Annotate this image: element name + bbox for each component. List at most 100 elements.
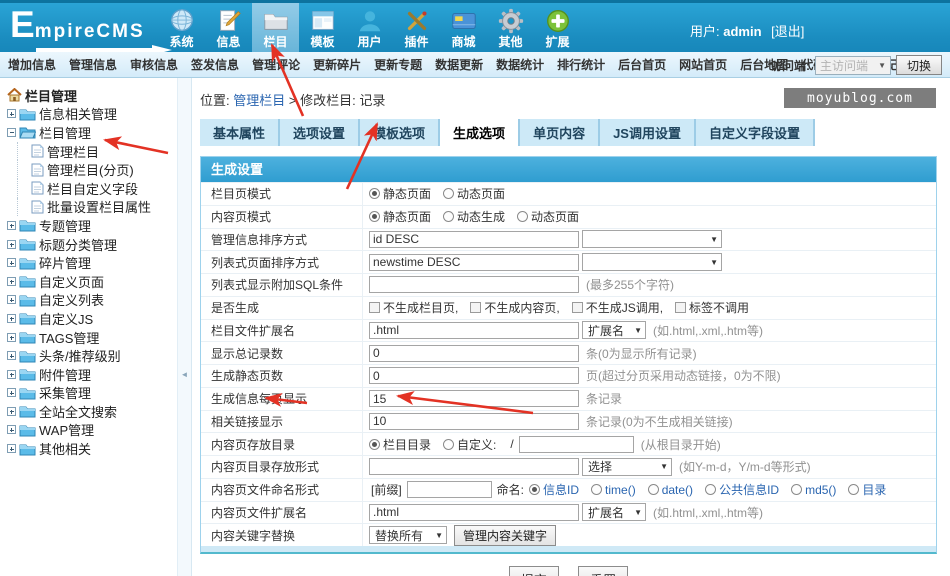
expand-plus-icon[interactable] — [7, 444, 16, 453]
menubar-link[interactable]: 后台首页 — [618, 56, 666, 73]
sidebar-item[interactable]: 碎片管理 — [7, 253, 177, 272]
tab-item[interactable]: 选项设置 — [280, 119, 360, 146]
radio-option[interactable]: 静态页面 — [369, 208, 440, 225]
menubar-link[interactable]: 更新专题 — [374, 56, 422, 73]
text-input[interactable] — [369, 345, 579, 362]
sidebar-item[interactable]: 自定义列表 — [7, 291, 177, 310]
text-input[interactable] — [369, 413, 579, 430]
select-dropdown[interactable]: 扩展名▼ — [582, 503, 646, 521]
sidebar-item[interactable]: 附件管理 — [7, 365, 177, 384]
topbar-nav-item-notepad[interactable]: 信息 — [205, 3, 252, 52]
sidebar-splitter[interactable]: ◄ — [177, 78, 192, 576]
sidebar-item[interactable]: 头条/推荐级别 — [7, 346, 177, 365]
sidebar-item[interactable]: 管理栏目(分页) — [17, 160, 177, 179]
access-select[interactable]: 主访问端 ▼ — [815, 56, 891, 75]
form-button[interactable]: 管理内容关键字 — [454, 525, 556, 546]
radio-option[interactable]: date() — [648, 483, 702, 497]
radio-icon[interactable] — [591, 484, 602, 495]
sidebar-item[interactable]: 自定义页面 — [7, 272, 177, 291]
text-input[interactable] — [369, 276, 579, 293]
expand-plus-icon[interactable] — [7, 388, 16, 397]
submit-button[interactable]: 提交 — [509, 566, 559, 576]
topbar-nav-item-plus[interactable]: 扩展 — [534, 3, 581, 52]
sidebar-item[interactable]: TAGS管理 — [7, 328, 177, 347]
menubar-link[interactable]: 管理评论 — [252, 56, 300, 73]
expand-plus-icon[interactable] — [7, 277, 16, 286]
sidebar-item[interactable]: WAP管理 — [7, 421, 177, 440]
select-dropdown[interactable]: ▼ — [582, 230, 722, 248]
select-dropdown[interactable]: 选择▼ — [582, 458, 672, 476]
radio-icon[interactable] — [848, 484, 859, 495]
expand-plus-icon[interactable] — [7, 221, 16, 230]
collapse-arrow-icon[interactable]: ◄ — [181, 370, 189, 379]
text-input[interactable] — [519, 436, 634, 453]
expand-plus-icon[interactable] — [7, 295, 16, 304]
sidebar-item[interactable]: 自定义JS — [7, 309, 177, 328]
radio-option[interactable]: 公共信息ID — [705, 481, 788, 498]
menubar-link[interactable]: 审核信息 — [130, 56, 178, 73]
menubar-link[interactable]: 签发信息 — [191, 56, 239, 73]
tab-item[interactable]: 基本属性 — [200, 119, 280, 146]
radio-icon[interactable] — [369, 439, 380, 450]
radio-option[interactable]: 动态生成 — [443, 208, 514, 225]
checkbox-option[interactable]: 不生成JS调用, — [572, 299, 672, 316]
radio-option[interactable]: 信息ID — [529, 481, 588, 498]
radio-icon[interactable] — [443, 439, 454, 450]
radio-option[interactable]: 静态页面 — [369, 185, 440, 202]
expand-plus-icon[interactable] — [7, 333, 16, 342]
radio-icon[interactable] — [517, 211, 528, 222]
checkbox-icon[interactable] — [572, 302, 583, 313]
radio-option[interactable]: md5() — [791, 483, 845, 497]
tab-item[interactable]: 自定义字段设置 — [696, 119, 815, 146]
expand-plus-icon[interactable] — [7, 240, 16, 249]
menubar-link[interactable]: 数据更新 — [435, 56, 483, 73]
radio-icon[interactable] — [791, 484, 802, 495]
reset-button[interactable]: 重置 — [578, 566, 628, 576]
sidebar-item[interactable]: 采集管理 — [7, 384, 177, 403]
tab-item[interactable]: 模板选项 — [360, 119, 440, 146]
text-input[interactable] — [369, 367, 579, 384]
sidebar-item[interactable]: 批量设置栏目属性 — [17, 198, 177, 217]
radio-icon[interactable] — [529, 484, 540, 495]
menubar-link[interactable]: 数据统计 — [496, 56, 544, 73]
expand-plus-icon[interactable] — [7, 258, 16, 267]
radio-icon[interactable] — [443, 211, 454, 222]
radio-option[interactable]: 自定义: — [443, 436, 505, 453]
sidebar-item[interactable]: 栏目管理 — [7, 123, 177, 142]
topbar-nav-item-user[interactable]: 用户 — [346, 3, 393, 52]
expand-plus-icon[interactable] — [7, 351, 16, 360]
checkbox-option[interactable]: 不生成内容页, — [470, 299, 568, 316]
expand-plus-icon[interactable] — [7, 370, 16, 379]
radio-icon[interactable] — [369, 188, 380, 199]
radio-icon[interactable] — [705, 484, 716, 495]
menubar-link[interactable]: 网站首页 — [679, 56, 727, 73]
menubar-link[interactable]: 增加信息 — [8, 56, 56, 73]
topbar-nav-item-gear[interactable]: 其他 — [487, 3, 534, 52]
text-input[interactable] — [369, 231, 579, 248]
menubar-link[interactable]: 排行统计 — [557, 56, 605, 73]
tab-item[interactable]: 生成选项 — [440, 119, 520, 146]
topbar-nav-item-card[interactable]: 商城 — [440, 3, 487, 52]
topbar-nav-item-globe[interactable]: 系统 — [158, 3, 205, 52]
text-input[interactable] — [369, 458, 579, 475]
sidebar-item[interactable]: 栏目自定义字段 — [17, 179, 177, 198]
sidebar-item[interactable]: 标题分类管理 — [7, 235, 177, 254]
logout-link[interactable]: [退出] — [771, 24, 804, 39]
checkbox-option[interactable]: 不生成栏目页, — [369, 299, 467, 316]
collapse-minus-icon[interactable] — [7, 128, 16, 137]
menubar-link[interactable]: 更新碎片 — [313, 56, 361, 73]
sidebar-item[interactable]: 信息相关管理 — [7, 105, 177, 124]
radio-option[interactable]: 动态页面 — [517, 208, 588, 225]
sidebar-item[interactable]: 其他相关 — [7, 439, 177, 458]
checkbox-icon[interactable] — [470, 302, 481, 313]
radio-option[interactable]: 栏目目录 — [369, 436, 440, 453]
radio-icon[interactable] — [443, 188, 454, 199]
select-dropdown[interactable]: 扩展名▼ — [582, 321, 646, 339]
select-dropdown[interactable]: 替换所有▼ — [369, 526, 447, 544]
checkbox-icon[interactable] — [675, 302, 686, 313]
topbar-nav-item-tools[interactable]: 插件 — [393, 3, 440, 52]
text-input[interactable] — [369, 322, 579, 339]
tab-item[interactable]: JS调用设置 — [600, 119, 696, 146]
radio-option[interactable]: time() — [591, 483, 645, 497]
sidebar-item[interactable]: 管理栏目 — [17, 142, 177, 161]
